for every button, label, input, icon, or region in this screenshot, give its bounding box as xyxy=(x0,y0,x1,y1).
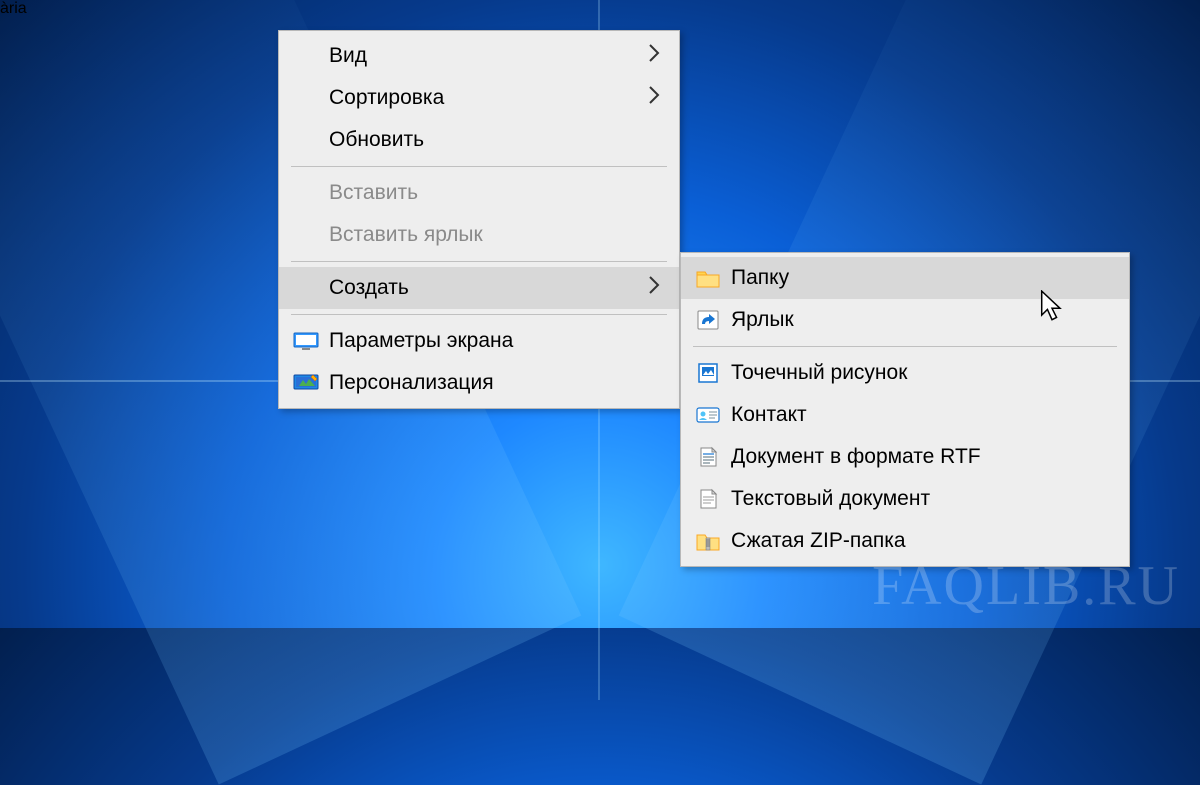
create-submenu: Папку Ярлык Точечный рисунок xyxy=(680,252,1130,567)
menu-separator xyxy=(291,314,667,315)
menu-label: Сжатая ZIP-папка xyxy=(731,529,1115,553)
menu-label: Текстовый документ xyxy=(731,487,1115,511)
menu-label: Вставить xyxy=(329,181,665,205)
submenu-item-folder[interactable]: Папку xyxy=(681,257,1129,299)
menu-label: Сортировка xyxy=(329,86,647,110)
chevron-right-icon xyxy=(647,42,661,70)
menu-label: Контакт xyxy=(731,403,1115,427)
watermark-text: FAQLIB.RU xyxy=(872,554,1180,618)
menu-item-view[interactable]: Вид xyxy=(279,35,679,77)
menu-item-display-settings[interactable]: Параметры экрана xyxy=(279,320,679,362)
submenu-item-contact[interactable]: Контакт xyxy=(681,394,1129,436)
menu-separator xyxy=(291,166,667,167)
rtf-doc-icon xyxy=(695,446,731,468)
menu-item-paste-shortcut: Вставить ярлык xyxy=(279,214,679,256)
menu-label: Создать xyxy=(329,276,647,300)
menu-label: Ярлык xyxy=(731,308,1115,332)
menu-item-personalize[interactable]: Персонализация xyxy=(279,362,679,404)
display-settings-icon xyxy=(293,330,329,352)
bitmap-icon xyxy=(695,362,731,384)
menu-label: Персонализация xyxy=(329,371,665,395)
menu-label: Параметры экрана xyxy=(329,329,665,353)
folder-icon xyxy=(695,267,731,289)
submenu-item-text[interactable]: Текстовый документ xyxy=(681,478,1129,520)
menu-label: Обновить xyxy=(329,128,665,152)
chevron-right-icon xyxy=(647,274,661,302)
submenu-item-rtf[interactable]: Документ в формате RTF xyxy=(681,436,1129,478)
contact-icon xyxy=(695,404,731,426)
menu-label: Папку xyxy=(731,266,1115,290)
personalize-icon xyxy=(293,372,329,394)
menu-label: Точечный рисунок xyxy=(731,361,1115,385)
desktop-context-menu: Вид Сортировка Обновить Вставить Вставит… xyxy=(278,30,680,409)
menu-label: Вставить ярлык xyxy=(329,223,665,247)
menu-label: Документ в формате RTF xyxy=(731,445,1115,469)
shortcut-icon xyxy=(695,309,731,331)
menu-item-refresh[interactable]: Обновить xyxy=(279,119,679,161)
chevron-right-icon xyxy=(647,84,661,112)
menu-item-paste: Вставить xyxy=(279,172,679,214)
text-doc-icon xyxy=(695,488,731,510)
menu-item-sort[interactable]: Сортировка xyxy=(279,77,679,119)
zip-folder-icon xyxy=(695,530,731,552)
menu-separator xyxy=(693,346,1117,347)
submenu-item-bitmap[interactable]: Точечный рисунок xyxy=(681,352,1129,394)
menu-item-create[interactable]: Создать xyxy=(279,267,679,309)
submenu-item-shortcut[interactable]: Ярлык xyxy=(681,299,1129,341)
menu-label: Вид xyxy=(329,44,647,68)
menu-separator xyxy=(291,261,667,262)
